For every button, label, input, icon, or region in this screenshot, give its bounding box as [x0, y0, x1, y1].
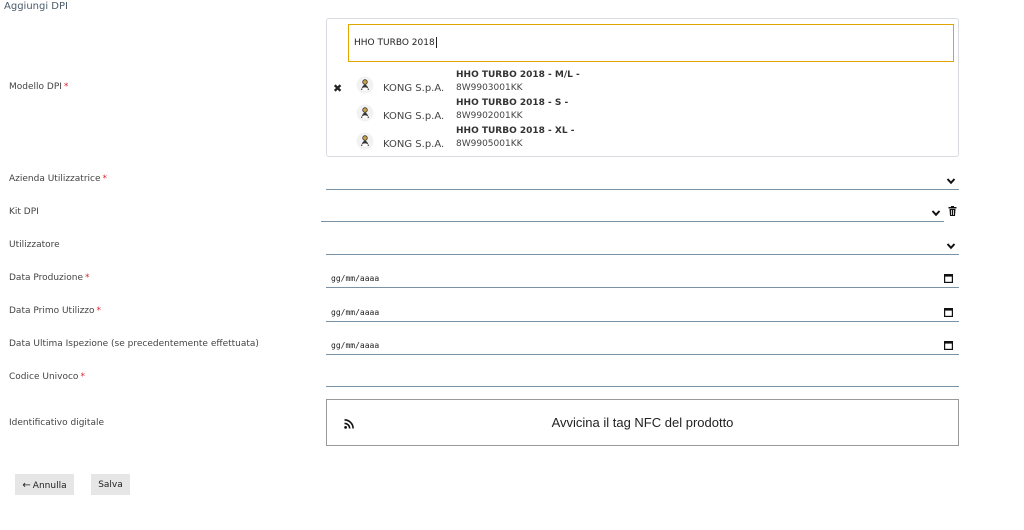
- nfc-instruction-text: Avvicina il tag NFC del prodotto: [551, 415, 734, 430]
- codice-univoco-label-text: Codice Univoco: [9, 372, 79, 382]
- data-primo-utilizzo-input[interactable]: gg/mm/aaaa: [326, 306, 959, 322]
- azienda-select[interactable]: [326, 175, 959, 190]
- calendar-icon[interactable]: [944, 308, 953, 317]
- date-placeholder: gg/mm/aaaa: [331, 308, 380, 317]
- codice-univoco-input[interactable]: [326, 372, 959, 387]
- kit-dpi-select[interactable]: [321, 207, 944, 222]
- page-title: Aggiungi DPI: [4, 1, 68, 12]
- data-produzione-label: Data Produzione *: [9, 273, 90, 283]
- kit-dpi-label-text: Kit DPI: [9, 207, 39, 217]
- nfc-scan-button[interactable]: Avvicina il tag NFC del prodotto: [326, 399, 959, 446]
- data-produzione-input[interactable]: gg/mm/aaaa: [326, 272, 959, 288]
- identificativo-digitale-label: Identificativo digitale: [9, 418, 104, 428]
- save-button-label: Salva: [98, 480, 123, 490]
- option-brand: KONG S.p.A.: [383, 139, 445, 150]
- trash-icon[interactable]: [948, 206, 957, 216]
- kong-logo-icon: [356, 76, 374, 94]
- data-ultima-ispezione-label-text: Data Ultima Ispezione (se precedentement…: [9, 339, 259, 349]
- utilizzatore-select[interactable]: [326, 240, 959, 255]
- date-placeholder: gg/mm/aaaa: [331, 341, 380, 350]
- calendar-icon[interactable]: [944, 341, 953, 350]
- modello-dpi-search-input[interactable]: HHO TURBO 2018: [348, 24, 954, 62]
- cancel-button-label: Annulla: [32, 481, 67, 491]
- option-name: HHO TURBO 2018 - S -: [456, 98, 569, 108]
- azienda-label: Azienda Utilizzatrice *: [9, 174, 107, 184]
- required-asterisk: *: [96, 306, 102, 316]
- model-option[interactable]: KONG S.p.A. HHO TURBO 2018 - XL - 8W9905…: [355, 126, 655, 155]
- modello-dpi-label: Modello DPI *: [9, 82, 68, 92]
- data-ultima-ispezione-input[interactable]: gg/mm/aaaa: [326, 339, 959, 355]
- option-code: 8W9902001KK: [456, 111, 523, 121]
- calendar-icon[interactable]: [944, 274, 953, 283]
- data-primo-utilizzo-label: Data Primo Utilizzo *: [9, 306, 101, 316]
- kong-logo-icon: [356, 104, 374, 122]
- model-option[interactable]: KONG S.p.A. HHO TURBO 2018 - S - 8W99020…: [355, 98, 655, 127]
- model-option[interactable]: KONG S.p.A. HHO TURBO 2018 - M/L - 8W990…: [355, 70, 655, 99]
- required-asterisk: *: [102, 174, 108, 184]
- codice-univoco-label: Codice Univoco *: [9, 372, 85, 382]
- data-ultima-ispezione-label: Data Ultima Ispezione (se precedentement…: [9, 339, 259, 349]
- save-button[interactable]: Salva: [91, 474, 130, 495]
- option-brand: KONG S.p.A.: [383, 83, 445, 94]
- required-asterisk: *: [63, 82, 69, 92]
- chevron-down-icon[interactable]: [946, 241, 956, 251]
- chevron-down-icon[interactable]: [946, 176, 956, 186]
- kong-logo-icon: [356, 132, 374, 150]
- add-dpi-page: Aggiungi DPI Modello DPI * HHO TURBO 2018…: [0, 0, 1024, 530]
- option-code: 8W9903001KK: [456, 83, 523, 93]
- option-code: 8W9905001KK: [456, 139, 523, 149]
- utilizzatore-label-text: Utilizzatore: [9, 240, 60, 250]
- close-icon[interactable]: ✖: [333, 82, 342, 95]
- required-asterisk: *: [80, 372, 85, 382]
- text-caret: [435, 37, 437, 48]
- search-value: HHO TURBO 2018: [354, 38, 435, 48]
- azienda-label-text: Azienda Utilizzatrice: [9, 174, 101, 184]
- identificativo-digitale-label-text: Identificativo digitale: [9, 418, 105, 428]
- option-brand: KONG S.p.A.: [383, 111, 445, 122]
- cancel-button[interactable]: ← Annulla: [15, 474, 74, 495]
- kit-dpi-label: Kit DPI: [9, 207, 39, 217]
- utilizzatore-label: Utilizzatore: [9, 240, 60, 250]
- required-asterisk: *: [85, 273, 90, 283]
- chevron-down-icon[interactable]: [931, 208, 941, 218]
- data-produzione-label-text: Data Produzione: [9, 273, 84, 283]
- data-primo-utilizzo-label-text: Data Primo Utilizzo: [9, 306, 95, 316]
- option-name: HHO TURBO 2018 - XL -: [456, 126, 575, 136]
- modello-dpi-select[interactable]: HHO TURBO 2018 ✖ KONG S.p.A. HHO TURBO 2…: [326, 18, 959, 157]
- date-placeholder: gg/mm/aaaa: [331, 274, 380, 283]
- arrow-left-icon: ←: [22, 480, 31, 491]
- modello-dpi-label-text: Modello DPI: [9, 82, 62, 92]
- option-name: HHO TURBO 2018 - M/L -: [456, 70, 580, 80]
